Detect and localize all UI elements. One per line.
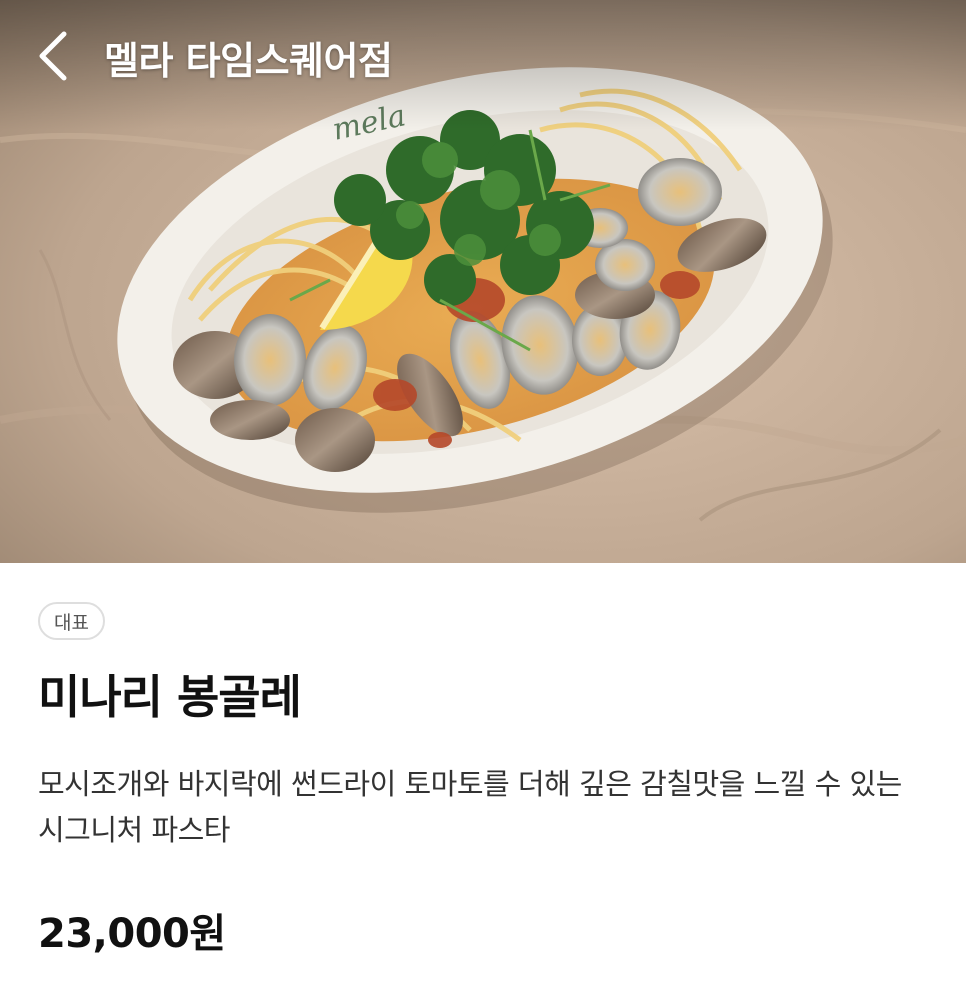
menu-name: 미나리 봉골레 — [38, 670, 302, 724]
top-app-bar: 멜라 타임스퀘어점 — [0, 0, 966, 120]
signature-badge: 대표 — [38, 602, 105, 640]
menu-info: 대표 미나리 봉골레 모시조개와 바지락에 썬드라이 토마토를 더해 깊은 감칠… — [0, 563, 966, 986]
back-button[interactable] — [22, 24, 86, 88]
chevron-left-icon — [39, 31, 67, 81]
store-name-title: 멜라 타임스퀘어점 — [104, 39, 393, 83]
menu-description: 모시조개와 바지락에 썬드라이 토마토를 더해 깊은 감칠맛을 느낄 수 있는 … — [38, 767, 902, 847]
menu-price: 23,000원 — [38, 911, 226, 957]
menu-detail-screen: mela — [0, 0, 966, 986]
